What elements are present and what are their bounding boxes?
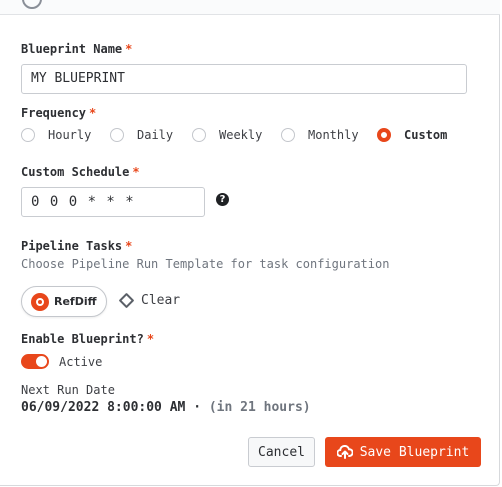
radio-weekly[interactable]: Weekly: [192, 128, 262, 142]
frequency-label-text: Frequency: [21, 106, 87, 120]
required-marker: *: [132, 165, 140, 179]
pipeline-tasks-hint: Choose Pipeline Run Template for task co…: [21, 257, 390, 271]
radio-monthly-dot[interactable]: [281, 128, 295, 142]
pipeline-tasks-label: Pipeline Tasks *: [21, 239, 132, 253]
frequency-label: Frequency *: [21, 106, 96, 120]
cancel-button[interactable]: Cancel: [248, 437, 315, 467]
question-icon[interactable]: ?: [216, 193, 229, 206]
enable-toggle[interactable]: [21, 354, 49, 369]
save-blueprint-button[interactable]: Save Blueprint: [325, 437, 481, 467]
radio-hourly-label[interactable]: Hourly: [48, 128, 91, 142]
blueprint-dialog: Blueprint Name * MY BLUEPRINT Frequency * …: [0, 0, 500, 486]
radio-custom[interactable]: Custom: [377, 128, 447, 142]
required-marker: *: [146, 332, 155, 346]
next-run-separator: ·: [185, 400, 209, 415]
clear-button-label: Clear: [141, 293, 181, 308]
toggle-state-label: Active: [59, 355, 103, 369]
next-run-value: 06/09/2022 8:00:00 AM · (in 21 hours): [21, 400, 311, 415]
pipeline-tasks-label-text: Pipeline Tasks: [21, 239, 123, 253]
radio-custom-dot[interactable]: [377, 128, 391, 142]
frequency-radio-group: Hourly Daily Weekly Monthly Custom: [21, 128, 491, 146]
clear-button[interactable]: Clear: [118, 292, 181, 309]
next-run-relative: (in 21 hours): [208, 400, 311, 415]
save-blueprint-label: Save Blueprint: [359, 444, 470, 460]
required-marker: *: [125, 42, 133, 56]
radio-weekly-dot[interactable]: [192, 128, 206, 142]
enable-blueprint-label-text: Enable Blueprint?: [21, 332, 144, 346]
blueprint-name-input[interactable]: MY BLUEPRINT: [21, 64, 467, 94]
radio-monthly[interactable]: Monthly: [281, 128, 359, 142]
custom-schedule-label-text: Custom Schedule: [21, 165, 130, 179]
radio-hourly-dot[interactable]: [21, 128, 35, 142]
eraser-icon: [118, 292, 135, 309]
radio-monthly-label[interactable]: Monthly: [308, 128, 359, 142]
header-icon: [22, 0, 42, 9]
refdiff-icon: [31, 292, 49, 311]
radio-weekly-label[interactable]: Weekly: [219, 128, 262, 142]
custom-schedule-input[interactable]: 0 0 0 * * *: [21, 187, 205, 217]
task-refdiff-label: RefDiff: [54, 295, 97, 308]
radio-daily-dot[interactable]: [110, 128, 124, 142]
required-marker: *: [89, 106, 97, 120]
radio-daily[interactable]: Daily: [110, 128, 173, 142]
task-refdiff-button[interactable]: RefDiff: [21, 286, 107, 317]
radio-daily-label[interactable]: Daily: [137, 128, 173, 142]
dialog-header: [0, 0, 500, 15]
blueprint-name-label-text: Blueprint Name: [21, 42, 123, 56]
cloud-upload-icon: [336, 445, 353, 459]
radio-hourly[interactable]: Hourly: [21, 128, 91, 142]
radio-custom-label[interactable]: Custom: [404, 128, 447, 142]
enable-blueprint-label: Enable Blueprint? *: [21, 332, 154, 346]
next-run-label: Next Run Date: [21, 383, 115, 397]
custom-schedule-label: Custom Schedule *: [21, 165, 140, 179]
next-run-date: 06/09/2022 8:00:00 AM: [21, 400, 186, 415]
blueprint-name-label: Blueprint Name *: [21, 42, 132, 56]
toggle-knob: [36, 356, 47, 367]
required-marker: *: [125, 239, 133, 253]
